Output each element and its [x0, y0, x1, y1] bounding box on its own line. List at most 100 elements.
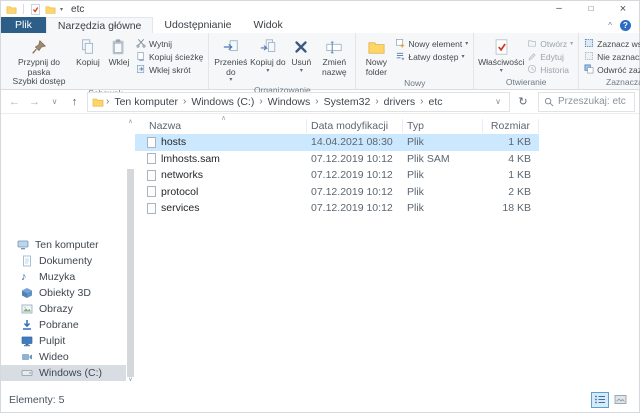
title-bar: ▾ etc – □ ×	[1, 1, 639, 17]
invert-selection-button[interactable]: Odwróć zaznaczenie	[582, 63, 640, 76]
address-bar[interactable]: › Ten komputer › Windows (C:) › Windows …	[87, 92, 510, 112]
sidebar-item-windows-c[interactable]: Windows (C:)	[1, 365, 126, 381]
properties-button[interactable]: Właściwości ▾	[477, 34, 525, 74]
back-button[interactable]: ←	[5, 96, 24, 108]
forward-button[interactable]: →	[25, 96, 44, 108]
move-to-button[interactable]: Przenieś do ▾	[212, 34, 249, 84]
paste-button[interactable]: Wklej	[104, 34, 134, 68]
history-button[interactable]: Historia	[525, 63, 575, 76]
move-to-icon	[222, 36, 240, 58]
breadcrumb-windows[interactable]: Windows	[263, 96, 316, 108]
file-icon	[147, 203, 156, 214]
tab-file[interactable]: Plik	[1, 17, 46, 33]
help-icon[interactable]: ?	[620, 20, 631, 31]
scroll-up-icon[interactable]: ∧	[126, 117, 135, 127]
scrollbar-thumb[interactable]	[127, 169, 134, 377]
up-button[interactable]: ↑	[65, 96, 84, 108]
breadcrumb-drivers[interactable]: drivers	[379, 96, 421, 108]
new-item-chevron-icon: ▾	[465, 40, 468, 47]
breadcrumb-etc[interactable]: etc	[424, 96, 448, 108]
cut-button[interactable]: Wytnij	[134, 37, 205, 50]
search-box[interactable]	[538, 92, 635, 112]
open-icon	[527, 38, 537, 50]
copy-path-icon	[136, 51, 146, 63]
file-row-networks[interactable]: networks 07.12.2019 10:12 Plik 1 KB	[135, 167, 539, 184]
refresh-button[interactable]: ↻	[513, 95, 533, 108]
sidebar-item-music[interactable]: ♪ Muzyka	[1, 269, 126, 285]
group-label-open: Otwieranie	[477, 76, 575, 89]
sidebar-item-documents[interactable]: Dokumenty	[1, 253, 126, 269]
pin-to-quick-access-button[interactable]: Przypnij do paska Szybki dostęp	[6, 34, 72, 87]
rename-button[interactable]: Zmień nazwę	[316, 34, 352, 77]
history-icon	[527, 64, 537, 76]
sidebar-item-pictures[interactable]: Obrazy	[1, 301, 126, 317]
explorer-icon[interactable]	[6, 4, 17, 15]
rename-icon	[325, 36, 343, 58]
paste-shortcut-button[interactable]: Wklej skrót	[134, 63, 205, 76]
properties-shortcut-icon[interactable]	[30, 4, 41, 15]
copy-to-button[interactable]: Kopiuj do ▾	[249, 34, 286, 74]
delete-button[interactable]: Usuń ▾	[286, 34, 316, 74]
delete-chevron-icon: ▾	[300, 68, 303, 75]
recent-locations-chevron-icon[interactable]: ∨	[45, 97, 64, 106]
maximize-button[interactable]: □	[575, 1, 607, 17]
open-button[interactable]: Otwórz ▾	[525, 37, 575, 50]
edit-button[interactable]: Edytuj	[525, 50, 575, 63]
file-row-services[interactable]: services 07.12.2019 10:12 Plik 18 KB	[135, 200, 539, 217]
qat-separator	[23, 4, 24, 14]
collapse-ribbon-icon[interactable]: ^	[608, 21, 612, 30]
select-all-button[interactable]: Zaznacz wszystko	[582, 37, 640, 50]
breadcrumb-windows-c[interactable]: Windows (C:)	[186, 96, 259, 108]
delete-x-icon	[292, 36, 310, 58]
new-item-button[interactable]: Nowy element ▾	[393, 37, 470, 50]
qat-customize-chevron-icon[interactable]: ▾	[60, 6, 63, 13]
close-button[interactable]: ×	[607, 1, 639, 17]
sort-ascending-icon: ∧	[221, 114, 226, 122]
easy-access-icon	[395, 51, 405, 63]
thumbnails-view-button[interactable]	[611, 392, 629, 408]
copy-icon	[79, 36, 97, 58]
tab-share[interactable]: Udostępnianie	[153, 17, 242, 33]
file-row-protocol[interactable]: protocol 07.12.2019 10:12 Plik 2 KB	[135, 184, 539, 201]
sidebar-item-desktop[interactable]: Pulpit	[1, 333, 126, 349]
group-label-new: Nowy	[359, 77, 470, 90]
sidebar-item-3d-objects[interactable]: Obiekty 3D	[1, 285, 126, 301]
file-list-pane: ∧ Nazwa Data modyfikacji Typ Rozmiar hos…	[135, 114, 639, 387]
window-controls: – □ ×	[543, 1, 639, 17]
breadcrumb-this-pc[interactable]: Ten komputer	[109, 96, 183, 108]
new-folder-button[interactable]: Nowy folder	[359, 34, 393, 77]
search-icon	[544, 97, 554, 107]
search-input[interactable]	[558, 96, 629, 107]
column-header-type[interactable]: Typ	[403, 119, 483, 133]
new-folder-shortcut-icon[interactable]	[45, 4, 56, 15]
sidebar-item-this-pc[interactable]: Ten komputer	[1, 237, 126, 253]
file-icon	[147, 153, 156, 164]
breadcrumb-system32[interactable]: System32	[319, 96, 376, 108]
column-header-size[interactable]: Rozmiar	[483, 119, 539, 133]
copy-button[interactable]: Kopiuj	[72, 34, 104, 68]
scroll-down-icon[interactable]: ∨	[126, 375, 135, 385]
file-row-hosts[interactable]: hosts 14.04.2021 08:30 Plik 1 KB	[135, 134, 539, 151]
paste-icon	[110, 36, 128, 58]
file-row-lmhosts[interactable]: lmhosts.sam 07.12.2019 10:12 Plik SAM 4 …	[135, 151, 539, 168]
tab-view[interactable]: Widok	[243, 17, 294, 33]
tab-home[interactable]: Narzędzia główne	[46, 17, 153, 33]
address-dropdown-chevron-icon[interactable]: ∨	[491, 97, 505, 106]
sidebar-item-downloads[interactable]: Pobrane	[1, 317, 126, 333]
easy-access-button[interactable]: Łatwy dostęp ▾	[393, 50, 470, 63]
sidebar-scrollbar[interactable]: ∧ ∨	[126, 117, 135, 387]
column-headers: Nazwa Data modyfikacji Typ Rozmiar	[135, 118, 639, 134]
pin-icon	[30, 36, 48, 58]
group-label-select: Zaznaczanie	[582, 76, 640, 89]
video-icon	[21, 351, 33, 363]
select-none-button[interactable]: Nie zaznaczaj nic	[582, 50, 640, 63]
minimize-button[interactable]: –	[543, 1, 575, 17]
invert-selection-icon	[584, 64, 594, 76]
paste-shortcut-icon	[136, 64, 146, 76]
scissors-icon	[136, 38, 146, 50]
ribbon: Przypnij do paska Szybki dostęp Kopiuj W…	[1, 33, 639, 90]
copy-path-button[interactable]: Kopiuj ścieżkę	[134, 50, 205, 63]
column-header-date[interactable]: Data modyfikacji	[307, 119, 403, 133]
details-view-button[interactable]	[591, 392, 609, 408]
sidebar-item-videos[interactable]: Wideo	[1, 349, 126, 365]
